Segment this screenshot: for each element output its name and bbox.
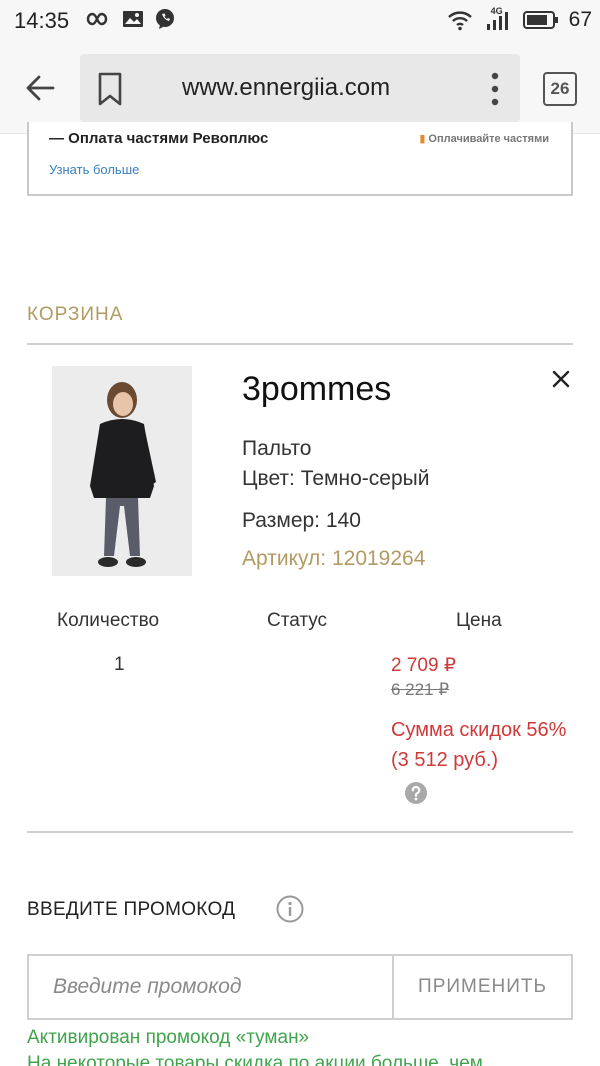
- help-icon[interactable]: [405, 782, 427, 804]
- column-price: Цена: [456, 610, 502, 631]
- promo-input[interactable]: [29, 956, 394, 1018]
- cart-bottom-divider: [27, 831, 573, 833]
- product-photo-coat-icon: [52, 366, 192, 576]
- installment-title: — Оплата частями Ревоплюс: [49, 130, 269, 147]
- info-icon[interactable]: [276, 895, 304, 923]
- promo-note-message: На некоторые товары скидка по акции боль…: [27, 1053, 483, 1066]
- cart-top-divider: [27, 343, 573, 345]
- image-icon: [123, 11, 143, 27]
- cart-title: КОРЗИНА: [27, 304, 124, 325]
- close-icon: [552, 370, 570, 388]
- product-article: Артикул: 12019264: [242, 547, 426, 570]
- browser-toolbar: www.ennergiia.com 26: [0, 44, 600, 134]
- battery-level: 67: [568, 8, 592, 31]
- bookmark-icon[interactable]: [96, 72, 124, 106]
- price-current: 2 709 ₽: [391, 655, 456, 676]
- product-brand[interactable]: 3pommes: [242, 370, 391, 409]
- price-old: 6 221 ₽: [391, 680, 450, 699]
- status-bar: 14:35 4G 67: [0, 0, 600, 44]
- status-time: 14:35: [14, 8, 70, 33]
- more-vert-icon[interactable]: [488, 70, 502, 108]
- promo-activated-message: Активирован промокод «туман»: [27, 1027, 310, 1048]
- battery-icon: [522, 11, 558, 29]
- product-image[interactable]: [52, 366, 192, 576]
- signal-icon: 4G: [483, 6, 513, 31]
- column-quantity: Количество: [57, 610, 160, 631]
- url-text[interactable]: www.ennergiia.com: [182, 74, 390, 102]
- address-bar[interactable]: www.ennergiia.com: [80, 54, 520, 122]
- arrow-left-icon: [26, 75, 55, 101]
- item-quantity: 1: [114, 654, 125, 675]
- product-size: Размер: 140: [242, 509, 361, 532]
- installment-badge: ▮ Оплачивайте частями: [419, 132, 549, 145]
- remove-item-button[interactable]: [548, 366, 574, 392]
- promo-form: ПРИМЕНИТЬ: [27, 954, 573, 1020]
- discount-summary: Сумма скидок 56% (3 512 руб.): [391, 719, 567, 771]
- tabs-button[interactable]: 26: [543, 72, 577, 106]
- promo-title: ВВЕДИТЕ ПРОМОКОД: [27, 899, 236, 920]
- back-button[interactable]: [22, 70, 58, 106]
- installment-payment-card: — Оплата частями Ревоплюс ▮ Оплачивайте …: [27, 122, 573, 196]
- product-color: Цвет: Темно-серый: [242, 467, 430, 490]
- column-status: Статус: [267, 610, 328, 631]
- status-icons-right: 4G 67: [447, 6, 592, 32]
- wifi-icon: [447, 11, 472, 31]
- status-icons-left: [84, 8, 176, 30]
- viber-icon: [156, 9, 174, 29]
- installment-badge-text: Оплачивайте частями: [428, 133, 549, 145]
- product-name: Пальто: [242, 437, 312, 460]
- infinity-icon: [86, 12, 108, 26]
- promo-apply-button[interactable]: ПРИМЕНИТЬ: [394, 956, 571, 1018]
- learn-more-link[interactable]: Узнать больше: [49, 162, 139, 177]
